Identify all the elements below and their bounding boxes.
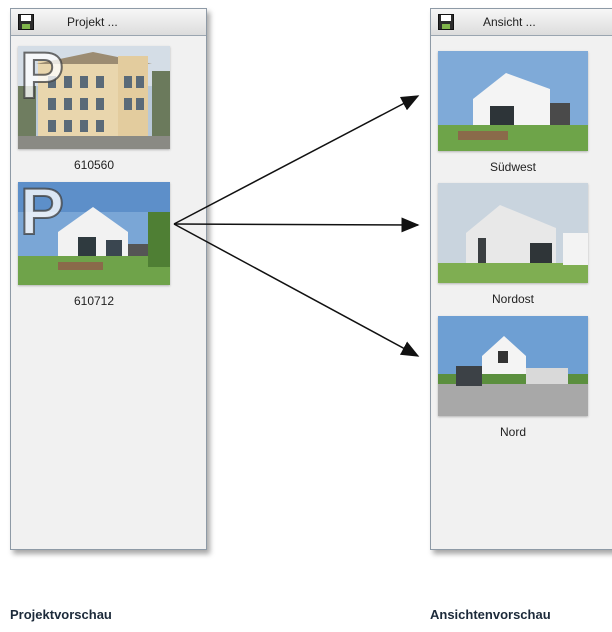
arrow-to-nord <box>173 223 420 357</box>
project-preview-label: Projektvorschau <box>10 607 112 622</box>
arrow-to-nordost <box>173 217 420 233</box>
relation-arrows <box>173 95 420 357</box>
arrow-to-suedwest <box>173 95 420 225</box>
view-preview-label: Ansichtenvorschau <box>430 607 551 622</box>
